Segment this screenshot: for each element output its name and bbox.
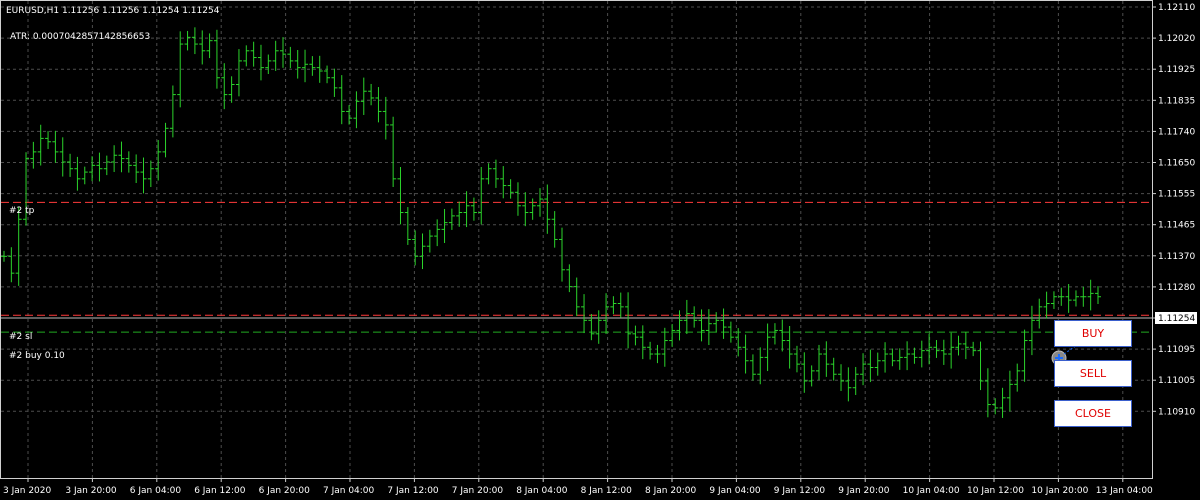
x-tick-label: 10 Jan 20:00 [1031, 486, 1088, 496]
price-chart[interactable]: 1.12110 1.12020 1.11925 1.11835 1.11740 1.116… [0, 0, 1200, 500]
x-tick-label: 7 Jan 04:00 [323, 486, 375, 496]
y-tick-label: 1.11370 [1158, 252, 1195, 262]
y-tick-label: 1.11095 [1158, 345, 1195, 355]
x-tick-label: 9 Jan 12:00 [774, 486, 826, 496]
y-tick-label: 1.12110 [1158, 3, 1195, 13]
x-tick-label: 10 Jan 04:00 [903, 486, 960, 496]
y-tick-label: 1.11925 [1158, 65, 1195, 75]
x-tick-label: 8 Jan 20:00 [645, 486, 697, 496]
x-tick-label: 6 Jan 20:00 [259, 486, 311, 496]
buy-button[interactable]: BUY [1054, 320, 1132, 347]
symbol-info: EURUSD,H1 1.11256 1.11256 1.11254 1.1125… [6, 6, 220, 16]
x-tick-label: 3 Jan 20:00 [65, 486, 117, 496]
x-tick-label: 13 Jan 04:00 [1096, 486, 1153, 496]
y-tick-label: 1.11005 [1158, 376, 1195, 386]
close-button[interactable]: CLOSE [1054, 400, 1132, 427]
y-tick-label: 1.11650 [1158, 159, 1195, 169]
y-tick-label: 1.11740 [1158, 127, 1195, 137]
x-tick-label: 3 Jan 2020 [3, 486, 51, 496]
x-tick-label: 6 Jan 04:00 [130, 486, 182, 496]
current-price-label: 1.11254 [1158, 314, 1195, 324]
x-tick-label: 9 Jan 04:00 [709, 486, 761, 496]
y-tick-label: 1.11835 [1158, 96, 1195, 106]
y-tick-label: 1.10910 [1158, 407, 1195, 417]
y-tick-label: 1.11555 [1158, 190, 1195, 200]
atr-indicator-label: ATR: 0.0007042857142856653 [10, 32, 150, 42]
x-tick-label: 10 Jan 12:00 [967, 486, 1024, 496]
sell-button[interactable]: SELL [1054, 360, 1132, 387]
tp-line-label: #2 tp [9, 206, 35, 216]
x-tick-label: 8 Jan 04:00 [516, 486, 568, 496]
sl-line-label: #2 sl [9, 332, 32, 342]
x-tick-label: 9 Jan 20:00 [838, 486, 890, 496]
y-tick-label: 1.11465 [1158, 221, 1195, 231]
y-tick-label: 1.11280 [1158, 283, 1195, 293]
x-tick-label: 7 Jan 12:00 [387, 486, 439, 496]
x-tick-label: 7 Jan 20:00 [452, 486, 504, 496]
buy-line-label: #2 buy 0.10 [9, 351, 65, 361]
x-tick-label: 8 Jan 12:00 [581, 486, 633, 496]
x-tick-label: 6 Jan 12:00 [194, 486, 246, 496]
y-tick-label: 1.12020 [1158, 34, 1195, 44]
